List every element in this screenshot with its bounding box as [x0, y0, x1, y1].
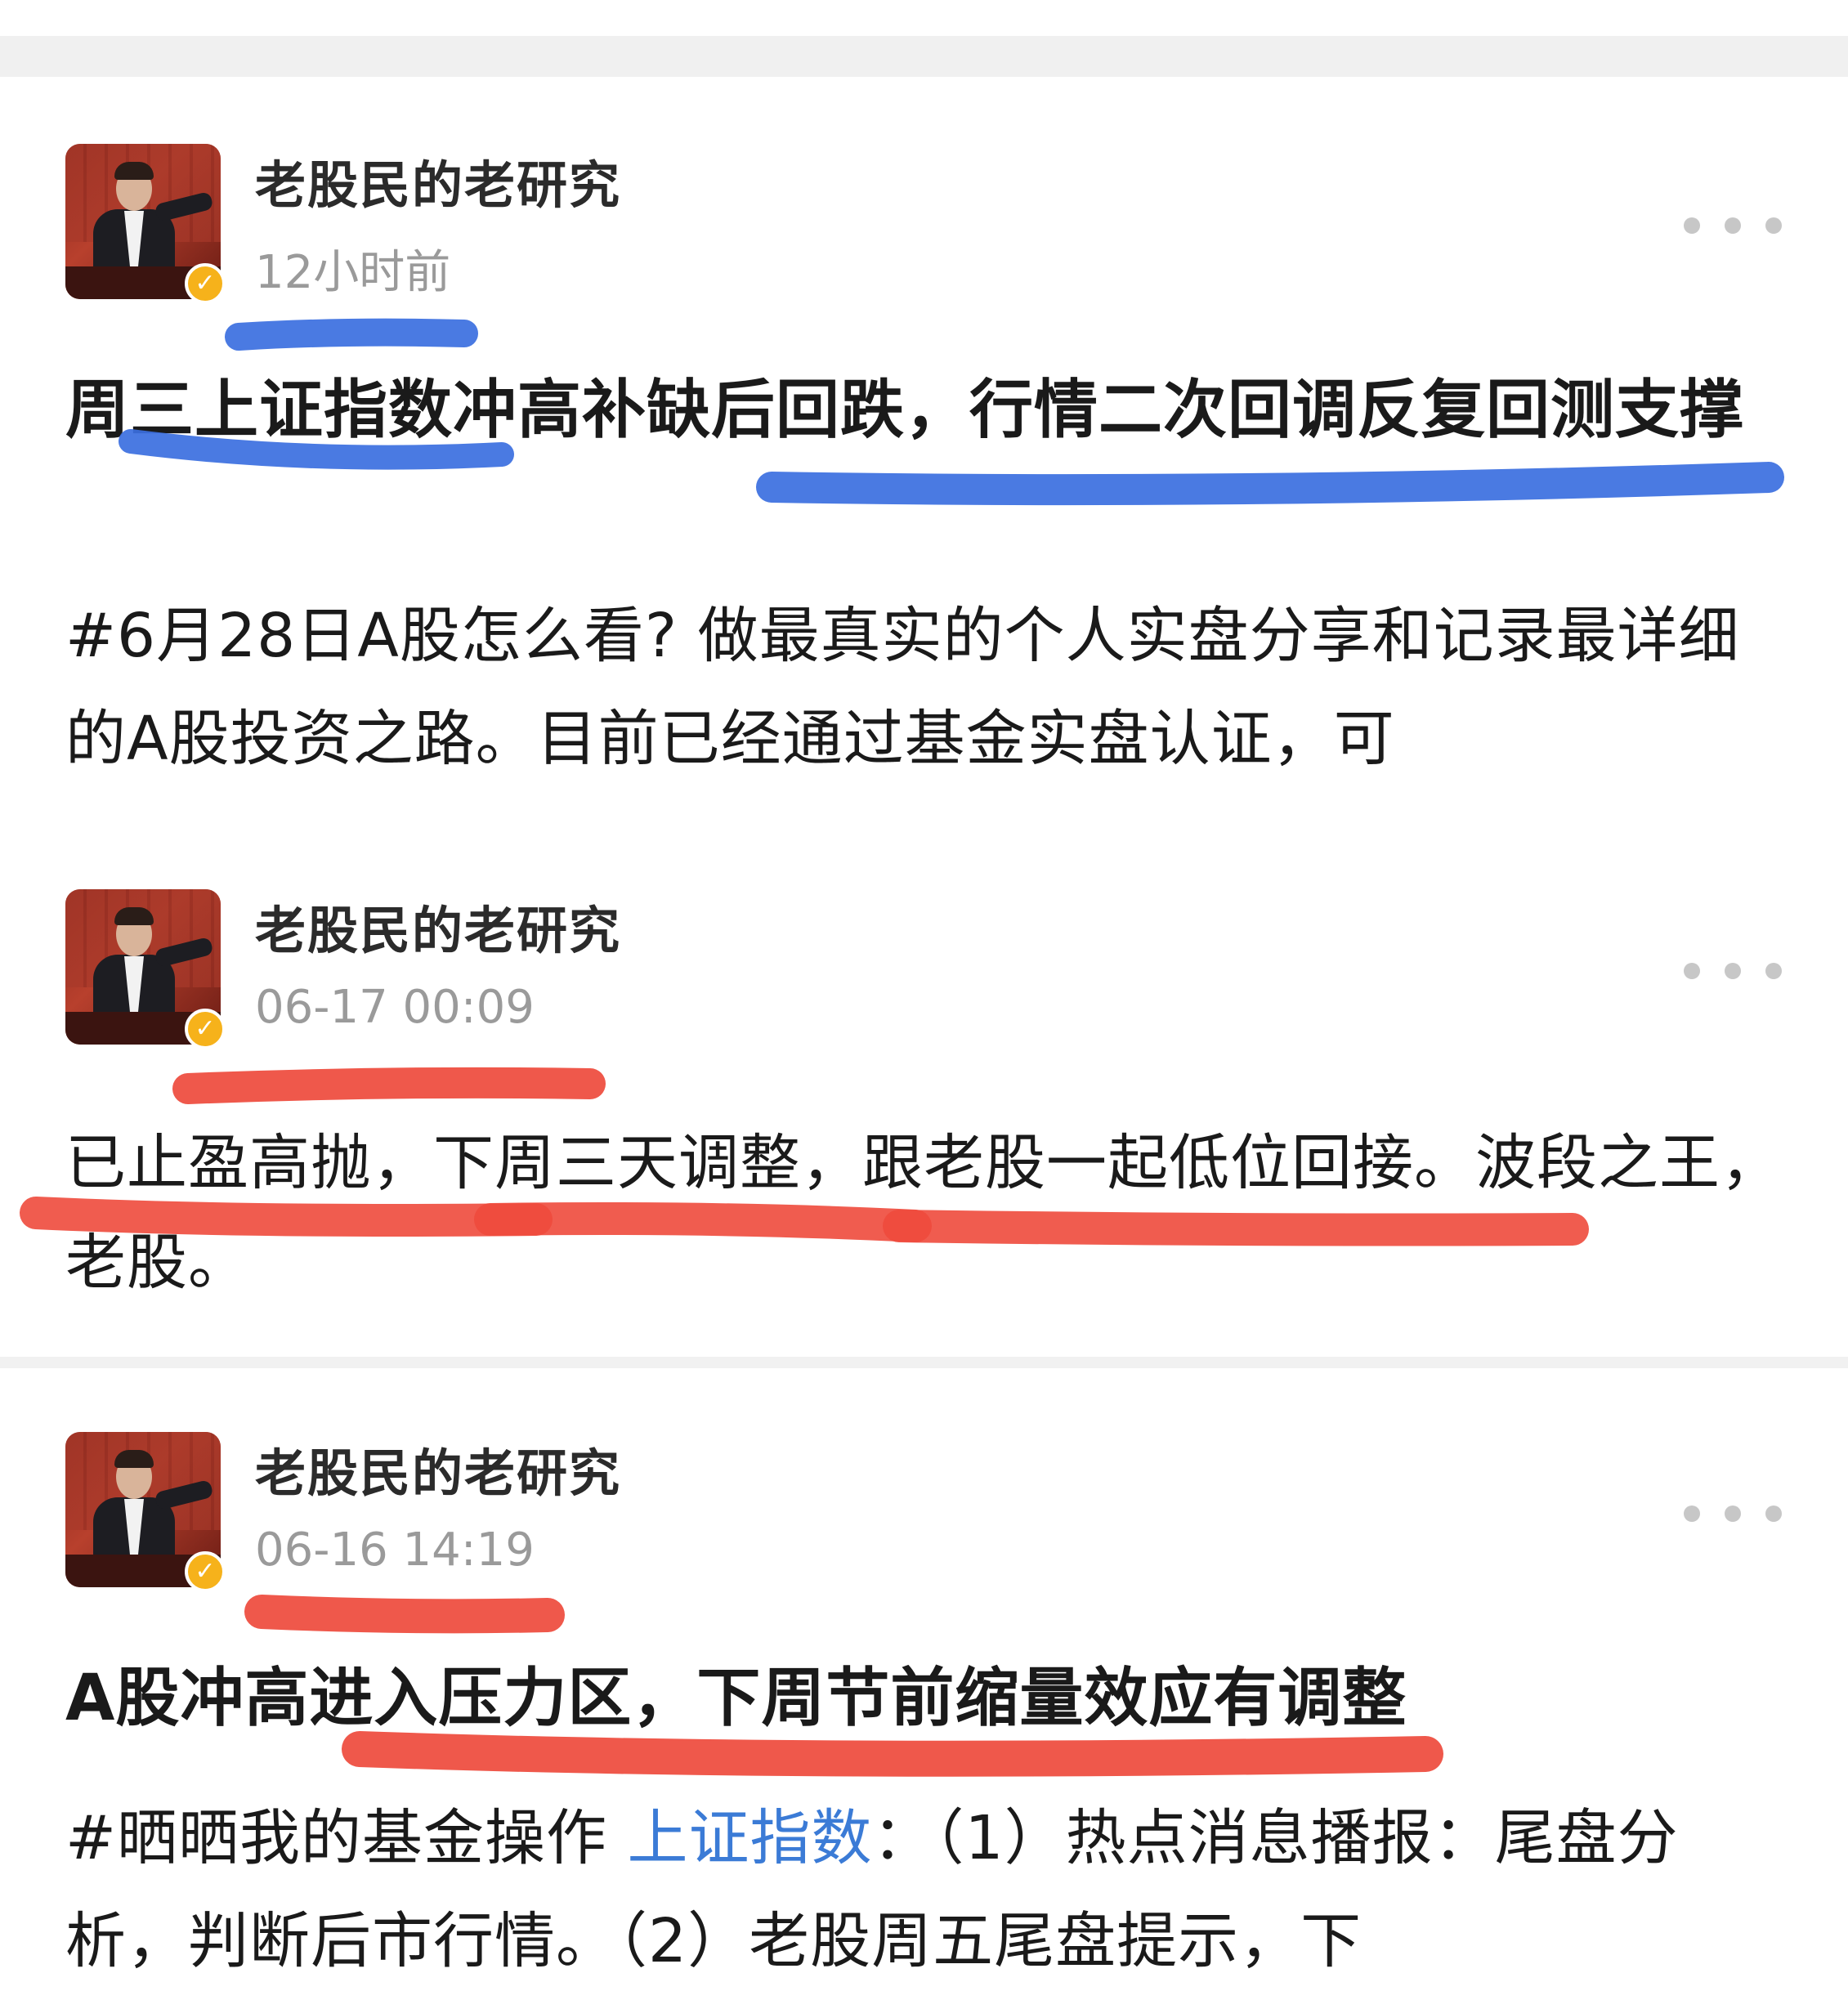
red-underline-time-3: [244, 1595, 565, 1634]
post-time: 06-17 00:09: [255, 981, 535, 1034]
post-title[interactable]: 周三上证指数冲高补缺后回跌，行情二次回调反复回测支撑: [65, 368, 1790, 454]
more-dots-icon[interactable]: [1684, 209, 1782, 242]
post-title[interactable]: A股冲高进入压力区，下周节前缩量效应有调整: [65, 1656, 1790, 1742]
avatar[interactable]: ✓: [65, 889, 226, 1049]
more-dots-icon[interactable]: [1684, 1497, 1782, 1530]
author-name[interactable]: 老股民的老研究: [255, 889, 621, 963]
more-dots-icon[interactable]: [1684, 955, 1782, 987]
avatar[interactable]: ✓: [65, 1432, 226, 1592]
verified-badge-icon: ✓: [185, 263, 226, 304]
post-time: 12小时前: [255, 246, 451, 299]
topic-hashtag[interactable]: #晒晒我的基金操作: [65, 1803, 628, 1873]
post-body[interactable]: #晒晒我的基金操作 上证指数：（1）热点消息播报：尾盘分析，判断后市行情。（2）…: [65, 1787, 1790, 1991]
author-name[interactable]: 老股民的老研究: [255, 1432, 621, 1506]
post-time: 06-16 14:19: [255, 1523, 535, 1577]
red-underline-title-3: [342, 1731, 1443, 1777]
avatar[interactable]: ✓: [65, 144, 226, 304]
verified-badge-icon: ✓: [185, 1551, 226, 1592]
red-underline-time-2: [172, 1067, 606, 1104]
post-divider: [0, 1357, 1848, 1368]
blue-underline-time: [225, 318, 478, 351]
post-body[interactable]: #6月28日A股怎么看? 做最真实的个人实盘分享和记录最详细的A股投资之路。目前…: [65, 584, 1790, 790]
blue-underline-title-right: [756, 462, 1784, 506]
post-body[interactable]: 已止盈高抛，下周三天调整，跟老股一起低位回接。波段之王，老股。: [65, 1113, 1790, 1313]
author-name[interactable]: 老股民的老研究: [255, 144, 621, 217]
stock-topic-link[interactable]: 上证指数: [628, 1803, 873, 1873]
top-separator-band: [0, 36, 1848, 77]
top-spacer: [0, 0, 1848, 36]
verified-badge-icon: ✓: [185, 1009, 226, 1049]
